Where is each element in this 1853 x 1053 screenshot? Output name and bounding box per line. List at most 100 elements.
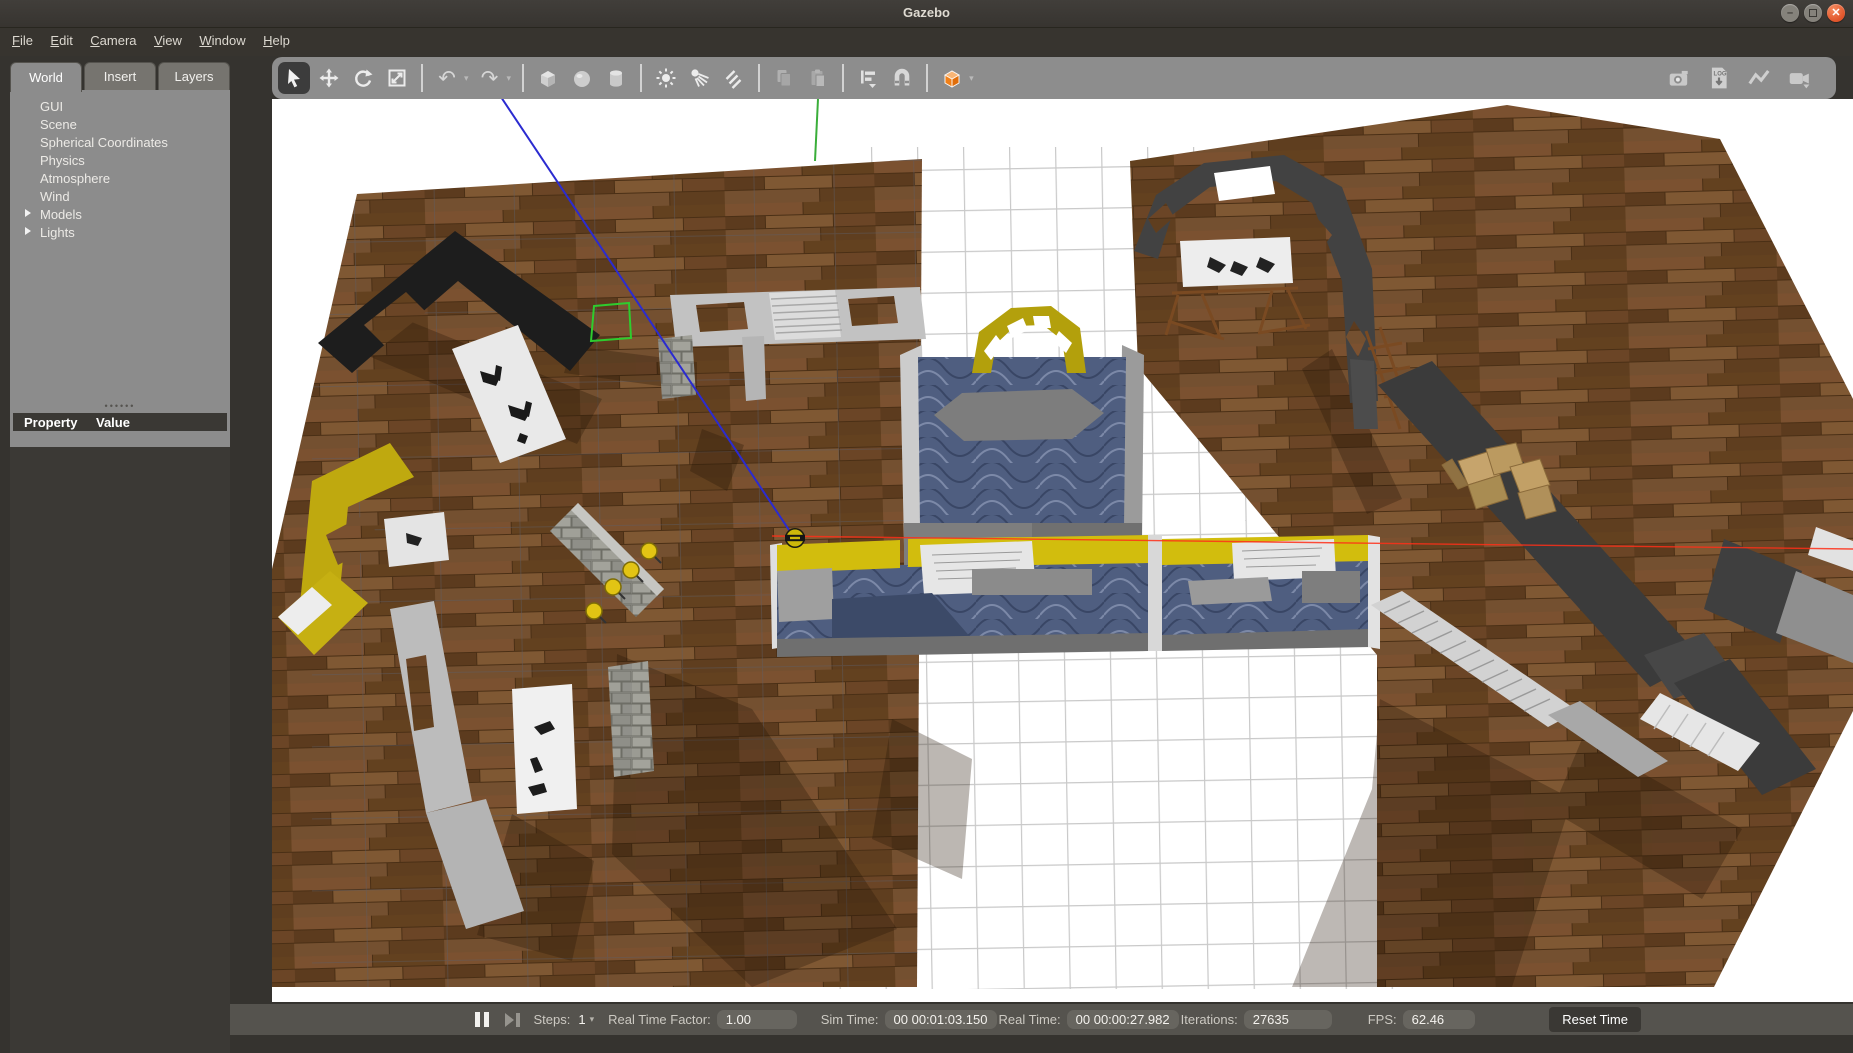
small-table[interactable]: [384, 512, 449, 567]
steps-label: Steps:: [534, 1012, 571, 1027]
reset-time-button[interactable]: Reset Time: [1549, 1007, 1641, 1032]
real-time-value: 00 00:00:27.982: [1067, 1010, 1179, 1029]
view-angle-button[interactable]: [937, 63, 967, 93]
tree-item-atmosphere[interactable]: Atmosphere: [10, 170, 230, 188]
log-record-button[interactable]: LOG: [1704, 63, 1734, 93]
stone-panel[interactable]: [608, 661, 654, 777]
plot-icon: [1747, 66, 1771, 90]
gazebo-window: Gazebo – ✕ File Edit Camera View Window …: [0, 0, 1853, 1053]
camera-icon: [1667, 66, 1691, 90]
select-tool-button[interactable]: [278, 62, 310, 94]
iterations-value: 27635: [1244, 1010, 1332, 1029]
robot[interactable]: [785, 528, 805, 548]
property-table-header: Property Value: [13, 413, 227, 431]
step-button[interactable]: [505, 1013, 520, 1027]
plot-button[interactable]: [1744, 63, 1774, 93]
cafe-table-bottom[interactable]: [512, 684, 577, 814]
real-time-label: Real Time:: [999, 1012, 1061, 1027]
couch[interactable]: [972, 569, 1092, 595]
paste-icon: [807, 67, 829, 89]
menu-file[interactable]: File: [12, 33, 33, 48]
tree-item-wind[interactable]: Wind: [10, 188, 230, 206]
toolbar-separator: [421, 64, 423, 92]
rtf-value: 1.00: [717, 1010, 797, 1029]
menu-camera[interactable]: Camera: [90, 33, 136, 48]
rotate-arrows-icon: [352, 67, 374, 89]
menubar: File Edit Camera View Window Help: [0, 28, 1853, 56]
statusbar: Steps: 1 ▾ Real Time Factor: 1.00 Sim Ti…: [230, 1004, 1853, 1035]
spot-light-button[interactable]: [685, 63, 715, 93]
property-column-header: Property: [24, 415, 96, 430]
rtf-label: Real Time Factor:: [608, 1012, 711, 1027]
expand-arrow-icon[interactable]: [25, 209, 31, 217]
point-light-icon: [655, 67, 677, 89]
menu-window[interactable]: Window: [199, 33, 245, 48]
copy-button[interactable]: [769, 63, 799, 93]
view-angle-dropdown[interactable]: ▾: [969, 73, 974, 84]
hexagon-table[interactable]: [934, 389, 1104, 441]
screenshot-button[interactable]: [1664, 63, 1694, 93]
tab-layers[interactable]: Layers: [158, 62, 230, 90]
menu-help[interactable]: Help: [263, 33, 290, 48]
close-button[interactable]: ✕: [1827, 4, 1845, 22]
redo-history-dropdown[interactable]: ▾: [507, 73, 512, 84]
steps-value[interactable]: 1: [578, 1012, 585, 1027]
scene-3d[interactable]: [272, 99, 1853, 1002]
scale-tool-button[interactable]: [382, 63, 412, 93]
redo-button[interactable]: ↷: [475, 63, 505, 93]
tab-world[interactable]: World: [10, 62, 82, 92]
tree-item-spherical-coordinates[interactable]: Spherical Coordinates: [10, 134, 230, 152]
scale-icon: [386, 67, 408, 89]
move-arrows-icon: [318, 67, 340, 89]
carpet-rooms[interactable]: [770, 535, 1380, 657]
render-viewport[interactable]: [272, 99, 1853, 1002]
panel-splitter-handle[interactable]: ••••••: [10, 403, 230, 411]
steps-dropdown[interactable]: ▾: [590, 1014, 595, 1025]
tab-insert[interactable]: Insert: [84, 62, 156, 90]
snap-button[interactable]: [887, 63, 917, 93]
insert-box-button[interactable]: [533, 63, 563, 93]
window-title: Gazebo: [0, 5, 1853, 20]
sidebar-tabs: World Insert Layers: [10, 62, 230, 92]
cylinder-icon: [605, 67, 627, 89]
cursor-arrow-icon: [283, 67, 305, 89]
video-record-button[interactable]: [1784, 63, 1814, 93]
view-angle-cube-icon: [940, 66, 964, 90]
undo-button[interactable]: ↶: [432, 63, 462, 93]
directional-light-icon: [723, 67, 745, 89]
video-camera-icon: [1787, 66, 1811, 90]
tree-item-models[interactable]: Models: [10, 206, 230, 224]
paste-button[interactable]: [803, 63, 833, 93]
align-button[interactable]: [853, 63, 883, 93]
couch[interactable]: [1188, 577, 1272, 605]
box-icon: [537, 67, 559, 89]
toolbar-separator: [926, 64, 928, 92]
translate-tool-button[interactable]: [314, 63, 344, 93]
titlebar[interactable]: Gazebo – ✕: [0, 0, 1853, 28]
maximize-button[interactable]: [1804, 4, 1822, 22]
expand-arrow-icon[interactable]: [25, 227, 31, 235]
pause-button[interactable]: [475, 1012, 489, 1027]
directional-light-button[interactable]: [719, 63, 749, 93]
insert-sphere-button[interactable]: [567, 63, 597, 93]
rotate-tool-button[interactable]: [348, 63, 378, 93]
sim-time-label: Sim Time:: [821, 1012, 879, 1027]
world-tree: GUI Scene Spherical Coordinates Physics …: [10, 90, 230, 242]
point-light-button[interactable]: [651, 63, 681, 93]
undo-history-dropdown[interactable]: ▾: [464, 73, 469, 84]
menu-view[interactable]: View: [154, 33, 182, 48]
minimize-button[interactable]: –: [1781, 4, 1799, 22]
copy-icon: [773, 67, 795, 89]
tree-item-gui[interactable]: GUI: [10, 98, 230, 116]
tree-item-lights[interactable]: Lights: [10, 224, 230, 242]
menu-edit[interactable]: Edit: [50, 33, 72, 48]
toolbar: ↶ ▾ ↷ ▾: [272, 57, 1836, 99]
tree-item-physics[interactable]: Physics: [10, 152, 230, 170]
garage-table[interactable]: [1180, 237, 1293, 287]
tree-item-scene[interactable]: Scene: [10, 116, 230, 134]
insert-cylinder-button[interactable]: [601, 63, 631, 93]
property-table-body[interactable]: [10, 447, 230, 1053]
undo-icon: ↶: [438, 68, 456, 89]
magnet-icon: [891, 67, 913, 89]
fps-value: 62.46: [1403, 1010, 1475, 1029]
